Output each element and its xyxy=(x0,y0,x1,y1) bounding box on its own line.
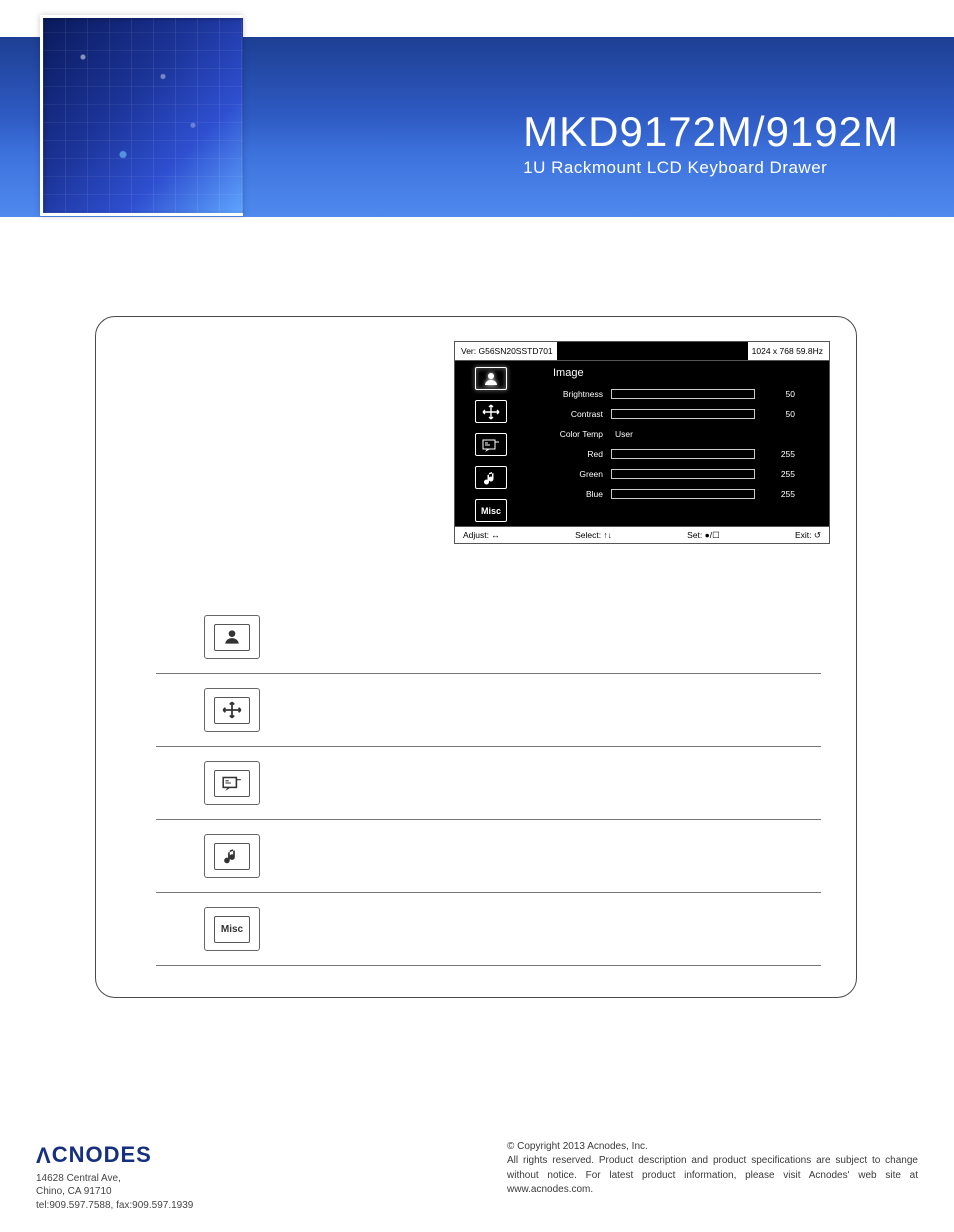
osd-section-title: Image xyxy=(553,367,821,379)
product-title: MKD9172M/9192M xyxy=(523,108,899,156)
title-block: MKD9172M/9192M 1U Rackmount LCD Keyboard… xyxy=(523,108,899,178)
position-icon xyxy=(475,400,507,423)
osd-row-brightness: Brightness 50 xyxy=(525,389,821,399)
descriptor-row-language xyxy=(156,747,821,820)
descriptor-box xyxy=(204,615,260,659)
image-icon xyxy=(475,367,507,390)
misc-icon: Misc xyxy=(475,499,507,522)
osd-top-spacer xyxy=(557,342,748,360)
address-line: tel:909.597.7588, fax:909.597.1939 xyxy=(36,1199,477,1213)
osd-row-blue: Blue 255 xyxy=(525,489,821,499)
product-subtitle: 1U Rackmount LCD Keyboard Drawer xyxy=(523,158,899,178)
misc-icon: Misc xyxy=(214,916,250,943)
osd-hint-exit: Exit: ↺ xyxy=(795,530,821,541)
osd-footer-bar: Adjust: ↔ Select: ↑↓ Set: ●/☐ Exit: ↺ xyxy=(455,526,829,543)
lang-icon xyxy=(214,770,250,797)
descriptor-list: Misc xyxy=(156,601,821,966)
descriptor-row-misc: Misc xyxy=(156,893,821,966)
osd-row-colortemp: Color Temp User xyxy=(525,429,821,439)
position-icon xyxy=(214,697,250,724)
osd-hint-select: Select: ↑↓ xyxy=(575,530,612,540)
descriptor-row-position xyxy=(156,674,821,747)
address-line: 14628 Central Ave, xyxy=(36,1172,477,1186)
descriptor-box: Misc xyxy=(204,907,260,951)
descriptor-box xyxy=(204,688,260,732)
page: MKD9172M/9192M 1U Rackmount LCD Keyboard… xyxy=(0,0,954,1232)
copyright: © Copyright 2013 Acnodes, Inc. xyxy=(507,1140,918,1155)
page-footer: ΛCNODES 14628 Central Ave, Chino, CA 917… xyxy=(0,1140,954,1212)
footer-left: ΛCNODES 14628 Central Ave, Chino, CA 917… xyxy=(36,1140,477,1212)
osd-row-contrast: Contrast 50 xyxy=(525,409,821,419)
audio-icon xyxy=(475,466,507,489)
osd-panel: Ver: G56SN20SSTD701 1024 x 768 59.8Hz xyxy=(454,341,830,544)
content-card: Ver: G56SN20SSTD701 1024 x 768 59.8Hz xyxy=(95,316,857,998)
audio-icon xyxy=(214,843,250,870)
osd-resolution: 1024 x 768 59.8Hz xyxy=(752,346,829,356)
osd-settings: Image Brightness 50 Contrast 50 Color Te… xyxy=(519,367,821,522)
osd-hint-adjust: Adjust: ↔ xyxy=(463,530,500,540)
osd-row-green: Green 255 xyxy=(525,469,821,479)
lang-icon xyxy=(475,433,507,456)
osd-body: Misc Image Brightness 50 Contrast 50 xyxy=(455,361,829,526)
descriptor-row-audio xyxy=(156,820,821,893)
descriptor-row-image xyxy=(156,601,821,674)
brand-logo: ΛCNODES xyxy=(36,1140,477,1170)
osd-row-red: Red 255 xyxy=(525,449,821,459)
osd-hint-set: Set: ●/☐ xyxy=(687,530,720,541)
descriptor-box xyxy=(204,761,260,805)
osd-top-bar: Ver: G56SN20SSTD701 1024 x 768 59.8Hz xyxy=(455,342,829,361)
header-image xyxy=(40,15,243,216)
address-line: Chino, CA 91710 xyxy=(36,1185,477,1199)
image-icon xyxy=(214,624,250,651)
footer-right: © Copyright 2013 Acnodes, Inc. All right… xyxy=(477,1140,918,1212)
osd-icon-column: Misc xyxy=(463,367,519,522)
legal-text: All rights reserved. Product description… xyxy=(507,1154,918,1198)
descriptor-box xyxy=(204,834,260,878)
osd-version: Ver: G56SN20SSTD701 xyxy=(455,346,553,356)
